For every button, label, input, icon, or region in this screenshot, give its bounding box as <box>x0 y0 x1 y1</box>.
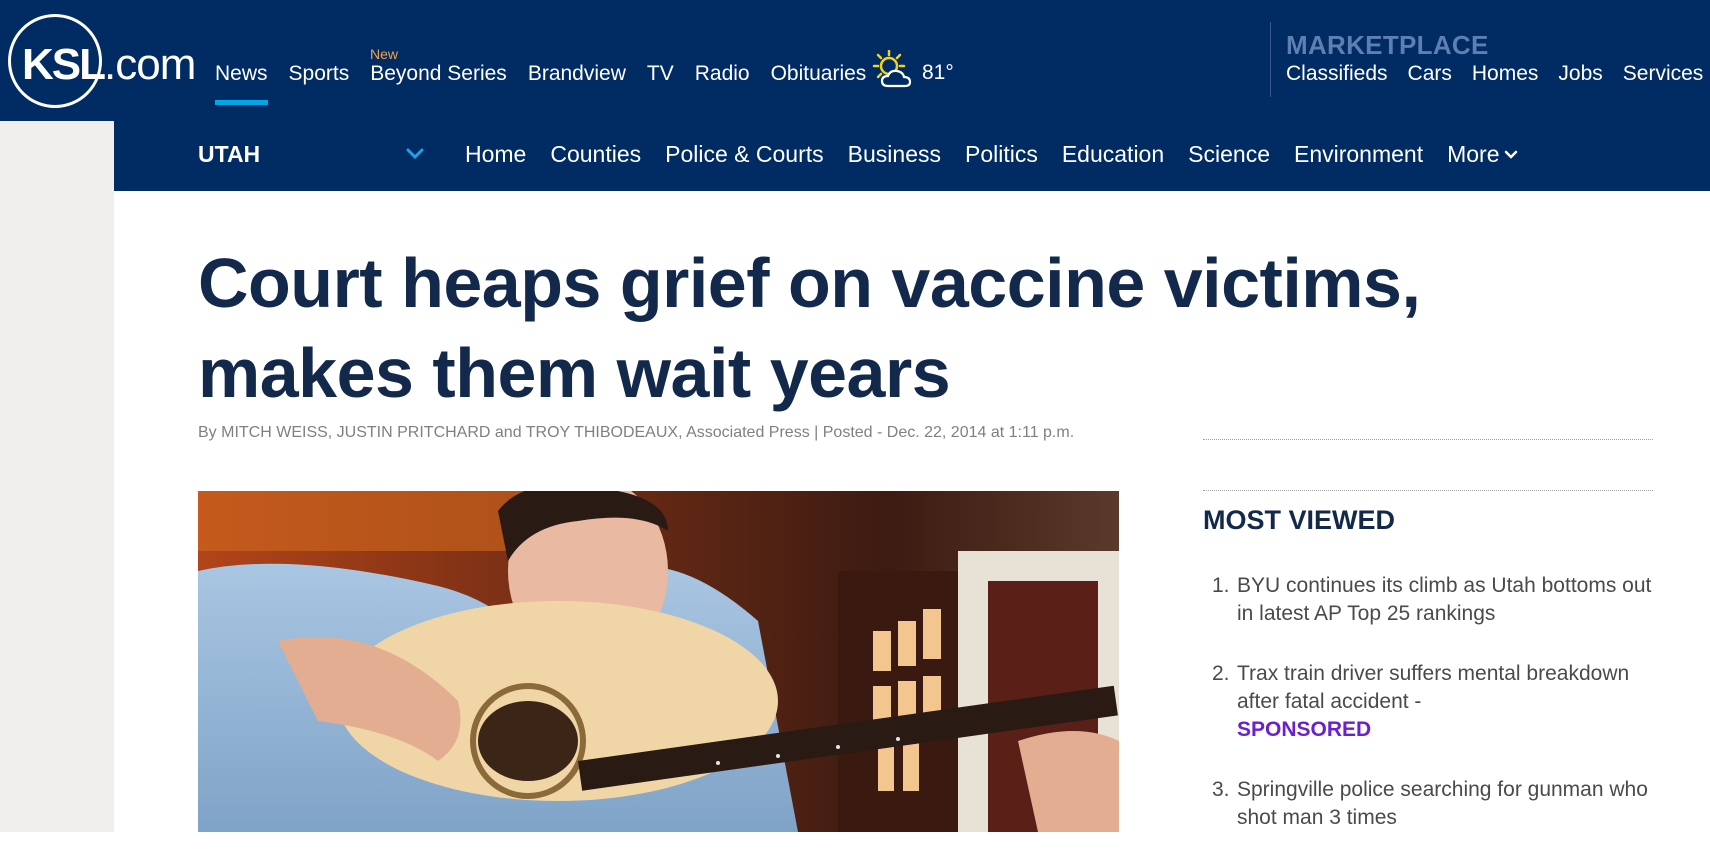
subnav-police-courts[interactable]: Police & Courts <box>665 141 824 168</box>
nav-radio[interactable]: Radio <box>695 62 750 86</box>
nav-brandview[interactable]: Brandview <box>528 62 626 86</box>
subnav-education[interactable]: Education <box>1062 141 1164 168</box>
subnav-politics[interactable]: Politics <box>965 141 1038 168</box>
nav-classifieds[interactable]: Classifieds <box>1286 62 1388 86</box>
article-byline: By MITCH WEISS, JUSTIN PRITCHARD and TRO… <box>198 424 1075 441</box>
list-item-link[interactable]: BYU continues its climb as Utah bottoms … <box>1237 572 1657 628</box>
section-subnav: Home Counties Police & Courts Business P… <box>465 141 1542 168</box>
chevron-down-icon <box>1504 150 1517 159</box>
weather-widget[interactable]: 81° <box>872 49 954 96</box>
subnav-home[interactable]: Home <box>465 141 526 168</box>
most-viewed-title: MOST VIEWED <box>1203 505 1396 535</box>
nav-homes[interactable]: Homes <box>1472 62 1539 86</box>
new-badge: New <box>370 46 399 62</box>
logo-text: KSL.com <box>22 40 196 89</box>
marketplace-title[interactable]: MARKETPLACE <box>1286 30 1489 61</box>
weather-temp: 81° <box>922 61 954 84</box>
partly-sunny-icon <box>872 49 914 96</box>
list-item[interactable]: 2. Trax train driver suffers mental brea… <box>1212 660 1657 744</box>
nav-obituaries[interactable]: Obituaries <box>771 62 867 86</box>
main-nav: News Sports Beyond Series Brandview TV R… <box>215 62 887 105</box>
marketplace-nav: Classifieds Cars Homes Jobs Services <box>1286 62 1710 86</box>
section-name[interactable]: UTAH <box>198 141 260 168</box>
article-headline: Court heaps grief on vaccine victims, ma… <box>198 244 1421 412</box>
top-header: KSL.com New News Sports Beyond Series Br… <box>0 0 1710 121</box>
sidebar-divider <box>1203 439 1653 440</box>
list-item-link[interactable]: Springville police searching for gunman … <box>1237 776 1657 832</box>
subnav-science[interactable]: Science <box>1188 141 1270 168</box>
nav-services[interactable]: Services <box>1623 62 1704 86</box>
list-item[interactable]: 3. Springville police searching for gunm… <box>1212 776 1657 832</box>
subnav-environment[interactable]: Environment <box>1294 141 1423 168</box>
left-gutter <box>0 121 114 832</box>
subnav-more-label: More <box>1447 141 1500 167</box>
nav-news[interactable]: News <box>215 62 268 105</box>
list-item-number: 2. <box>1212 662 1230 685</box>
nav-beyond-series[interactable]: Beyond Series <box>370 62 507 86</box>
list-item[interactable]: 1. BYU continues its climb as Utah botto… <box>1212 572 1657 628</box>
nav-tv[interactable]: TV <box>647 62 674 86</box>
sidebar-divider <box>1203 490 1653 491</box>
sponsored-label: SPONSORED <box>1237 718 1372 741</box>
header-divider <box>1270 22 1271 97</box>
section-nav-bar: UTAH Home Counties Police & Courts Busin… <box>114 121 1710 191</box>
subnav-more[interactable]: More <box>1447 141 1517 168</box>
subnav-counties[interactable]: Counties <box>550 141 641 168</box>
nav-sports[interactable]: Sports <box>289 62 350 86</box>
chevron-down-icon[interactable] <box>406 147 424 165</box>
nav-jobs[interactable]: Jobs <box>1558 62 1602 86</box>
list-item-number: 1. <box>1212 574 1230 597</box>
list-item-number: 3. <box>1212 778 1230 801</box>
most-viewed-list: 1. BYU continues its climb as Utah botto… <box>1212 572 1657 864</box>
subnav-business[interactable]: Business <box>848 141 941 168</box>
article-photo[interactable] <box>198 491 1119 832</box>
list-item-link[interactable]: Trax train driver suffers mental breakdo… <box>1237 660 1657 744</box>
ksl-logo[interactable]: KSL.com <box>8 14 196 108</box>
nav-cars[interactable]: Cars <box>1408 62 1452 86</box>
